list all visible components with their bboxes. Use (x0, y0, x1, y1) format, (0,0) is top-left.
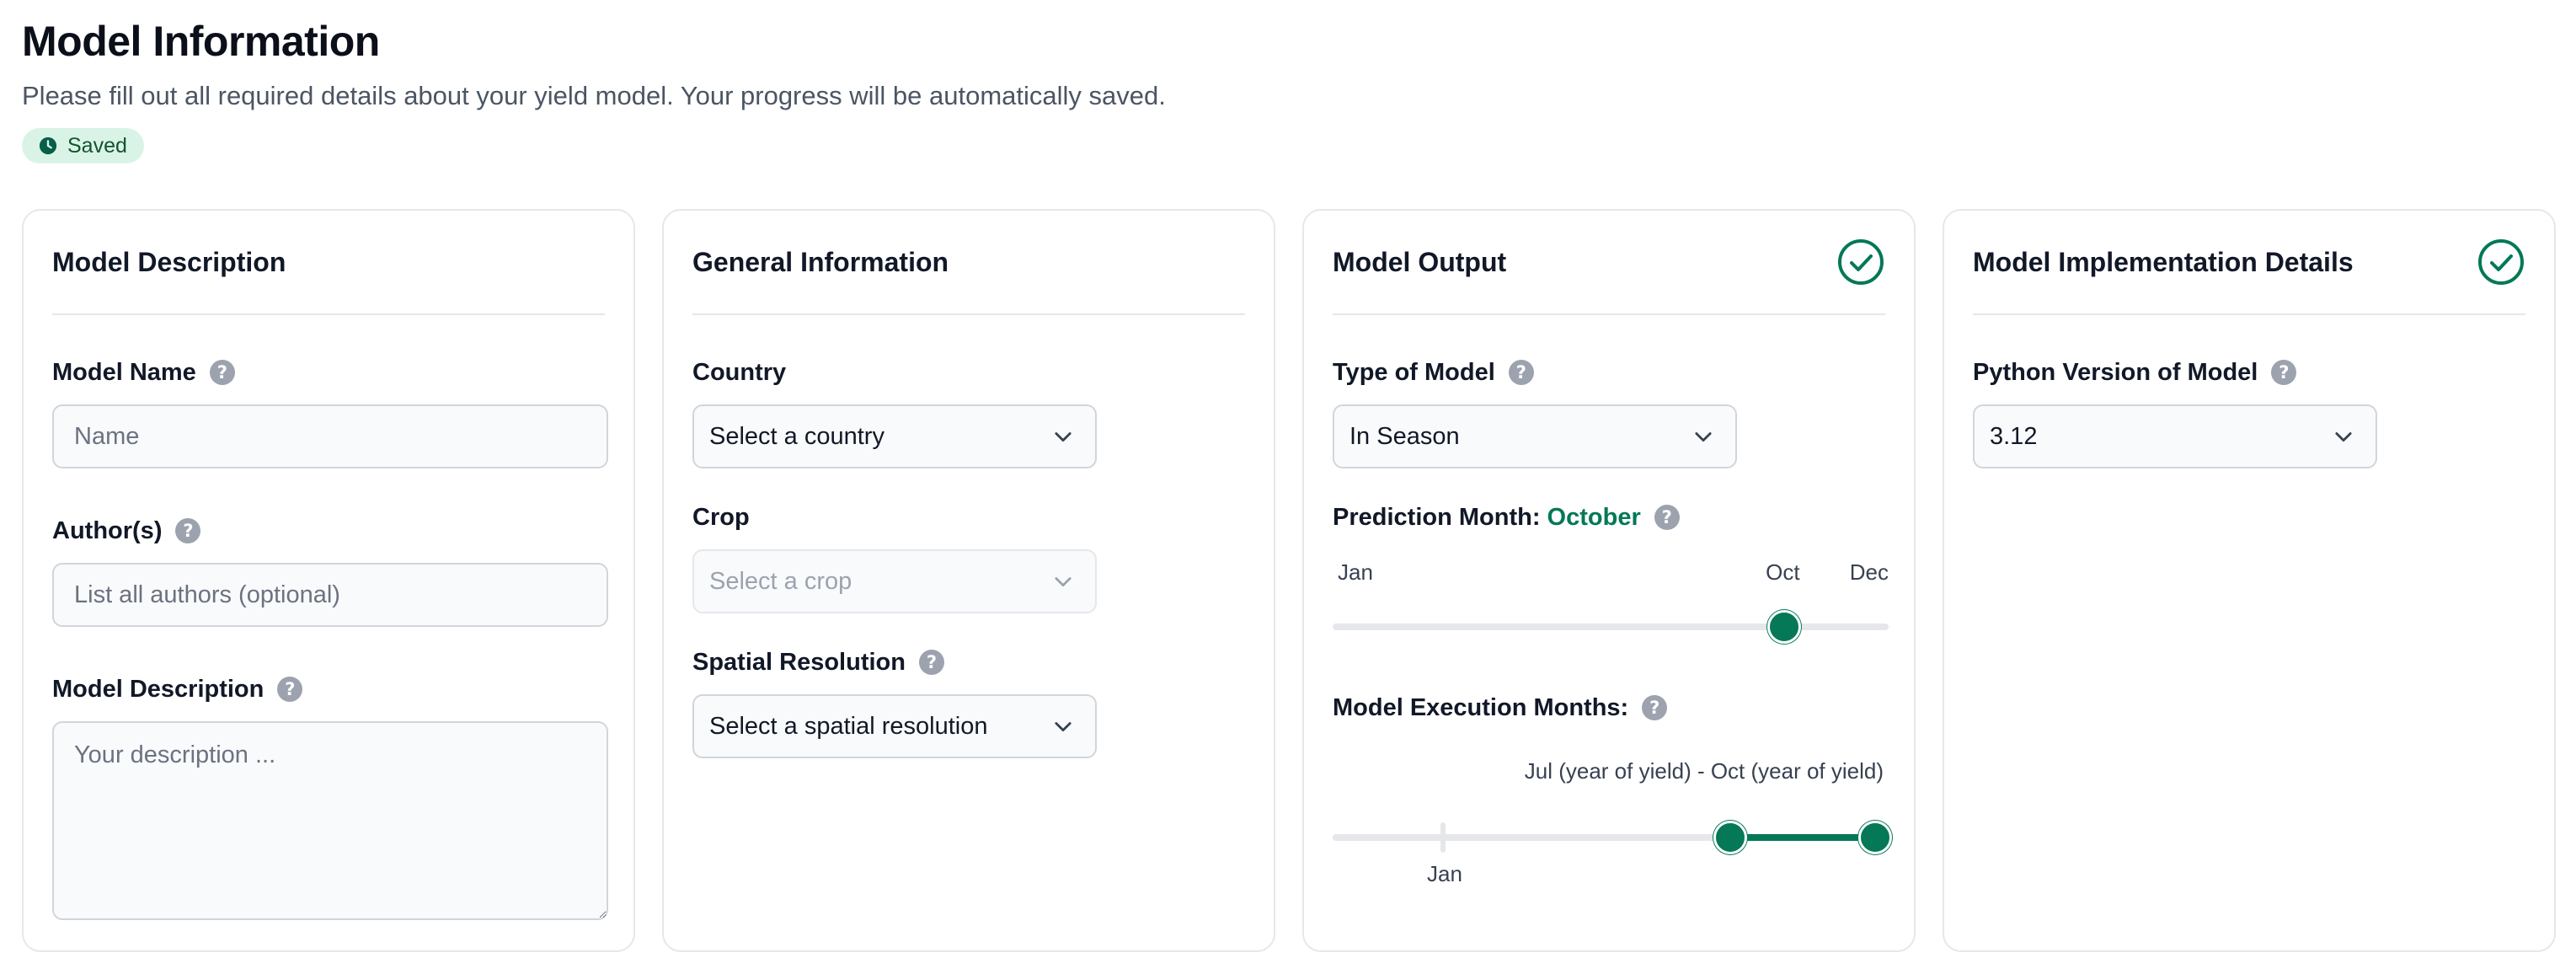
check-circle-icon (1838, 239, 1884, 285)
country-select[interactable]: Select a country (692, 404, 1097, 468)
clock-icon (39, 136, 57, 155)
spatial-resolution-select[interactable]: Select a spatial resolution (692, 694, 1097, 758)
model-description-field: Model Description ? (52, 672, 608, 924)
slider-min-label: Jan (1338, 559, 1373, 585)
prediction-month-label-text: Prediction Month: (1333, 503, 1541, 531)
help-icon[interactable]: ? (918, 650, 944, 675)
prediction-month-slider[interactable]: Jan Oct Dec (1333, 559, 1889, 652)
range-end-thumb[interactable] (1857, 821, 1892, 854)
crop-label: Crop (692, 503, 750, 531)
chevron-down-icon (1055, 432, 1072, 442)
model-type-select[interactable]: In Season (1333, 404, 1737, 468)
card-title: General Information (692, 246, 949, 277)
model-type-label: Type of Model (1333, 358, 1495, 386)
model-description-textarea[interactable] (52, 721, 608, 920)
page-header: Model Information Please fill out all re… (22, 15, 1166, 163)
slider-max-label: Dec (1849, 559, 1889, 585)
status-badge-label: Saved (67, 133, 127, 158)
country-field: Country Select a country (692, 356, 1097, 468)
execution-range-label: Jul (year of yield) - Oct (year of yield… (1524, 758, 1884, 784)
slider-track[interactable] (1333, 623, 1889, 630)
crop-select-value: Select a crop (709, 567, 852, 595)
chevron-down-icon (2335, 432, 2352, 442)
model-name-input[interactable] (52, 404, 608, 468)
card-header: Model Description (52, 211, 605, 315)
year-tick-label: Jan (1427, 861, 1462, 886)
crop-field: Crop Select a crop (692, 500, 1097, 613)
card-header: General Information (692, 211, 1245, 315)
model-name-label: Model Name (52, 358, 196, 386)
help-icon[interactable]: ? (1654, 505, 1680, 530)
page-subtitle: Please fill out all required details abo… (22, 81, 1166, 110)
model-description-label: Model Description (52, 675, 265, 703)
card-title: Model Description (52, 246, 286, 277)
model-name-field: Model Name ? (52, 356, 608, 468)
python-version-select-value: 3.12 (1990, 422, 2038, 450)
country-select-value: Select a country (709, 422, 884, 450)
prediction-month-field: Prediction Month: October ? (1333, 500, 1680, 534)
execution-months-slider[interactable]: Jul (year of yield) - Oct (year of yield… (1333, 758, 1892, 886)
model-output-card: Model Output Type of Model ? In Season P… (1302, 209, 1916, 952)
chevron-down-icon (1695, 432, 1712, 442)
slider-current-label: Oct (1766, 559, 1800, 585)
status-badge: Saved (22, 128, 144, 163)
model-type-field: Type of Model ? In Season (1333, 356, 1737, 468)
spatial-resolution-label: Spatial Resolution (692, 648, 906, 676)
spatial-resolution-select-value: Select a spatial resolution (709, 712, 988, 740)
prediction-month-value: October (1547, 503, 1641, 531)
authors-input[interactable] (52, 563, 608, 627)
range-fill (1729, 834, 1875, 841)
help-icon[interactable]: ? (2271, 360, 2297, 385)
card-title: Model Output (1333, 246, 1507, 277)
help-icon[interactable]: ? (277, 677, 303, 702)
page-title: Model Information (22, 18, 380, 65)
execution-months-label: Model Execution Months: (1333, 693, 1629, 721)
authors-field: Author(s) ? (52, 514, 608, 627)
check-circle-icon (2478, 239, 2524, 285)
python-version-field: Python Version of Model ? 3.12 (1973, 356, 2377, 468)
python-version-select[interactable]: 3.12 (1973, 404, 2377, 468)
authors-label: Author(s) (52, 516, 163, 544)
slider-thumb[interactable] (1767, 610, 1802, 644)
model-type-select-value: In Season (1349, 422, 1460, 450)
chevron-down-icon (1055, 577, 1072, 587)
range-start-thumb[interactable] (1713, 821, 1747, 854)
card-header: Model Output (1333, 211, 1885, 315)
help-icon[interactable]: ? (1508, 360, 1534, 385)
spatial-resolution-field: Spatial Resolution ? Select a spatial re… (692, 645, 1097, 758)
year-tick (1440, 822, 1446, 853)
chevron-down-icon (1055, 722, 1072, 732)
help-icon[interactable]: ? (209, 360, 235, 385)
python-version-label: Python Version of Model (1973, 358, 2258, 386)
general-information-card: General Information Country Select a cou… (662, 209, 1275, 952)
country-label: Country (692, 358, 787, 386)
model-description-card: Model Description Model Name ? Author(s)… (22, 209, 635, 952)
prediction-month-label: Prediction Month: October (1333, 504, 1641, 532)
help-icon[interactable]: ? (1642, 695, 1668, 720)
crop-select[interactable]: Select a crop (692, 549, 1097, 613)
execution-months-field: Model Execution Months: ? (1333, 691, 1668, 725)
card-header: Model Implementation Details (1973, 211, 2525, 315)
help-icon[interactable]: ? (175, 518, 201, 543)
card-title: Model Implementation Details (1973, 246, 2354, 277)
implementation-details-card: Model Implementation Details Python Vers… (1943, 209, 2556, 952)
